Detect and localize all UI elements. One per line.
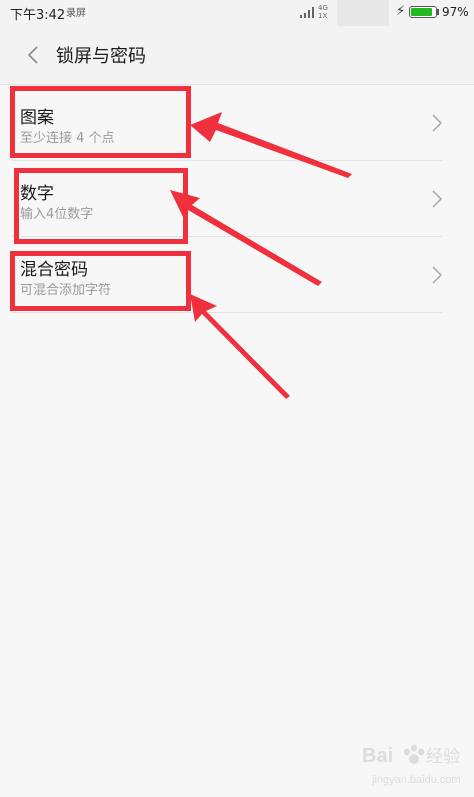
chevron-left-icon[interactable] <box>22 43 46 67</box>
chevron-right-icon <box>432 266 443 284</box>
status-time: 下午3:42 <box>10 8 66 23</box>
watermark-url: jingyan.baidu.com <box>371 774 461 786</box>
option-title: 混合密码 <box>20 260 88 280</box>
chevron-right-icon <box>432 190 443 208</box>
battery-icon <box>409 6 437 18</box>
screen-record-notification-icon: 录屏 <box>66 8 86 19</box>
option-title: 图案 <box>20 108 54 128</box>
signal-strength-icon <box>300 7 316 18</box>
option-subtitle: 至少连接 4 个点 <box>20 131 115 146</box>
battery-percent: 97% <box>442 5 469 19</box>
network-type-indicator: 4G 1X <box>318 4 328 20</box>
option-pattern[interactable]: 图案 至少连接 4 个点 <box>0 85 474 161</box>
charging-icon: ⚡ <box>396 4 406 19</box>
battery-level-fill <box>411 8 433 16</box>
blurred-region <box>337 0 389 26</box>
baidu-jingyan-watermark: Bai 经验 jingyan.baidu.com <box>362 744 461 786</box>
status-bar: 下午3:42 录屏 4G 1X ⚡ 97% <box>0 0 474 26</box>
network-type-bottom: 1X <box>318 12 328 20</box>
watermark-brand: Bai <box>362 745 393 767</box>
title-bar: 锁屏与密码 <box>0 26 474 84</box>
paw-icon <box>403 744 425 764</box>
option-pin[interactable]: 数字 输入4位数字 <box>0 161 474 237</box>
option-mixed-password[interactable]: 混合密码 可混合添加字符 <box>0 237 474 313</box>
row-divider <box>12 312 442 313</box>
network-type-top: 4G <box>318 4 328 12</box>
page-title: 锁屏与密码 <box>56 46 146 67</box>
option-subtitle: 输入4位数字 <box>20 207 94 222</box>
option-subtitle: 可混合添加字符 <box>20 283 112 298</box>
battery-tip <box>437 9 439 15</box>
option-title: 数字 <box>20 184 54 204</box>
watermark-brand-suffix: 经验 <box>426 747 460 767</box>
chevron-right-icon <box>432 114 443 132</box>
